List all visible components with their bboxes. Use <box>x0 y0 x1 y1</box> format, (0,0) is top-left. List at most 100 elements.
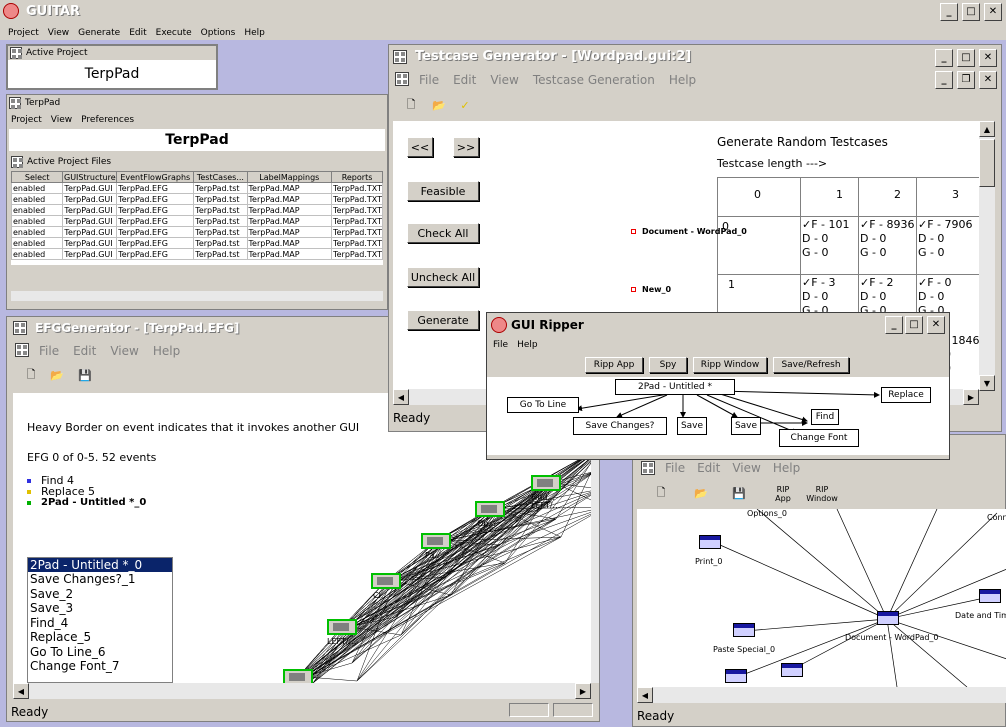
save-icon[interactable]: 💾 <box>77 367 93 383</box>
restore-button[interactable]: ❐ <box>957 71 975 89</box>
scroll-thumb[interactable] <box>979 139 995 187</box>
new-file-icon[interactable]: 🗋 <box>653 485 669 501</box>
scroll-right-button[interactable]: ▶ <box>575 683 591 699</box>
menu-view[interactable]: View <box>110 344 138 358</box>
table-cell[interactable]: TerpPad.GUI <box>62 193 118 205</box>
col-guistructure[interactable]: GUIStructure <box>62 171 118 183</box>
close-button[interactable]: ✕ <box>984 3 1002 21</box>
event-item[interactable]: Save Changes?_1 <box>28 572 172 587</box>
menu-edit[interactable]: Edit <box>453 73 476 87</box>
menu-edit[interactable]: Edit <box>129 28 146 38</box>
menu-testcase-generation[interactable]: Testcase Generation <box>533 73 655 87</box>
menu-preferences[interactable]: Preferences <box>81 115 134 125</box>
table-cell[interactable]: TerpPad.GUI <box>62 237 118 249</box>
maximize-button[interactable]: □ <box>962 3 980 21</box>
table-cell[interactable]: TerpPad.GUI <box>62 226 118 238</box>
menu-execute[interactable]: Execute <box>156 28 192 38</box>
minimize-button[interactable]: _ <box>885 316 903 334</box>
table-cell[interactable]: TerpPad.GUI <box>62 248 118 260</box>
menu-edit[interactable]: Edit <box>697 461 720 475</box>
open-folder-icon[interactable]: 📂 <box>693 485 709 501</box>
event-item[interactable]: Change Font_7 <box>28 659 172 674</box>
table-row[interactable]: enabled TerpPad.GUI TerpPad.EFG TerpPad.tst… <box>11 248 383 260</box>
testcase-vscroll[interactable]: ▲ ▼ <box>979 121 995 391</box>
ripp-app-button[interactable]: Ripp App <box>585 357 643 373</box>
files-hscroll[interactable] <box>11 291 383 301</box>
event-item[interactable]: Find_4 <box>28 616 172 631</box>
col-select[interactable]: Select <box>11 171 64 183</box>
efg-node[interactable] <box>283 669 313 683</box>
table-cell[interactable]: TerpPad.MAP <box>246 204 333 216</box>
ripper-node-root[interactable]: 2Pad - Untitled * <box>615 379 735 395</box>
table-cell[interactable]: TerpPad.tst <box>193 226 248 238</box>
table-cell[interactable]: TerpPad.MAP <box>246 248 333 260</box>
table-cell[interactable]: TerpPad.MAP <box>246 182 333 194</box>
table-cell[interactable]: TerpPad.TXT <box>331 204 383 216</box>
menu-help[interactable]: Help <box>153 344 180 358</box>
table-cell[interactable]: TerpPad.tst <box>193 204 248 216</box>
maximize-button[interactable]: □ <box>957 49 975 67</box>
graph-node[interactable] <box>733 623 755 637</box>
table-row[interactable]: enabled TerpPad.GUI TerpPad.EFG TerpPad.tst… <box>11 193 383 205</box>
checkmark-icon[interactable]: ✓ <box>457 97 473 113</box>
graph-node[interactable] <box>877 611 899 625</box>
graph-node[interactable] <box>781 663 803 677</box>
table-cell[interactable]: enabled <box>11 237 64 249</box>
menu-help[interactable]: Help <box>517 340 538 350</box>
testcase-cell[interactable]: ✓F - 8936 D - 0G - 0 <box>860 218 915 260</box>
testcase-cell[interactable]: ✓F - 101 D - 0G - 0 <box>802 218 850 260</box>
event-item[interactable]: Save_2 <box>28 587 172 602</box>
menu-view[interactable]: View <box>732 461 760 475</box>
table-cell[interactable]: TerpPad.TXT <box>331 215 383 227</box>
event-item[interactable]: Go To Line_6 <box>28 645 172 660</box>
menu-file[interactable]: File <box>493 340 508 350</box>
table-cell[interactable]: TerpPad.GUI <box>62 204 118 216</box>
menu-options[interactable]: Options <box>201 28 236 38</box>
menu-project[interactable]: Project <box>8 28 39 38</box>
efg-node[interactable] <box>371 573 401 589</box>
new-file-icon[interactable]: 🗋 <box>23 367 39 383</box>
table-cell[interactable]: TerpPad.tst <box>193 248 248 260</box>
save-refresh-button[interactable]: Save/Refresh <box>773 357 849 373</box>
table-cell[interactable]: enabled <box>11 215 64 227</box>
scroll-right-button[interactable]: ▶ <box>963 389 979 405</box>
table-row[interactable]: enabled TerpPad.GUI TerpPad.EFG TerpPad.tst… <box>11 204 383 216</box>
ripper-node[interactable]: Change Font <box>779 429 859 447</box>
menu-generate[interactable]: Generate <box>78 28 120 38</box>
table-cell[interactable]: TerpPad.EFG <box>116 237 195 249</box>
table-cell[interactable]: TerpPad.MAP <box>246 237 333 249</box>
table-cell[interactable]: TerpPad.TXT <box>331 182 383 194</box>
table-cell[interactable]: TerpPad.GUI <box>62 215 118 227</box>
table-cell[interactable]: TerpPad.EFG <box>116 226 195 238</box>
feasible-button[interactable]: Feasible <box>407 181 479 201</box>
save-icon[interactable]: 💾 <box>731 485 747 501</box>
graph-node[interactable] <box>979 589 1001 603</box>
minimize-button[interactable]: _ <box>935 49 953 67</box>
menu-view[interactable]: View <box>48 28 69 38</box>
table-cell[interactable]: enabled <box>11 226 64 238</box>
menu-file[interactable]: File <box>419 73 439 87</box>
col-labelmappings[interactable]: LabelMappings <box>246 171 333 183</box>
scroll-up-button[interactable]: ▲ <box>979 121 995 137</box>
table-row[interactable]: enabled TerpPad.GUI TerpPad.EFG TerpPad.tst… <box>11 237 383 249</box>
minimize-button[interactable]: _ <box>940 3 958 21</box>
menu-file[interactable]: File <box>665 461 685 475</box>
graph-hscroll[interactable]: ◀ <box>637 687 1006 703</box>
table-cell[interactable]: TerpPad.MAP <box>246 215 333 227</box>
close-button[interactable]: ✕ <box>927 316 945 334</box>
table-cell[interactable]: TerpPad.MAP <box>246 226 333 238</box>
ripper-node[interactable]: Find <box>811 409 839 425</box>
table-cell[interactable]: TerpPad.EFG <box>116 215 195 227</box>
col-testcases[interactable]: TestCases... <box>193 171 248 183</box>
maximize-button[interactable]: □ <box>905 316 923 334</box>
spy-button[interactable]: Spy <box>649 357 687 373</box>
scroll-left-button[interactable]: ◀ <box>13 683 29 699</box>
menu-help[interactable]: Help <box>773 461 800 475</box>
scroll-left-button[interactable]: ◀ <box>637 687 653 703</box>
table-row[interactable]: enabled TerpPad.GUI TerpPad.EFG TerpPad.tst… <box>11 215 383 227</box>
col-eventflowgraphs[interactable]: EventFlowGraphs <box>116 171 195 183</box>
table-cell[interactable]: TerpPad.TXT <box>331 193 383 205</box>
table-cell[interactable]: TerpPad.TXT <box>331 248 383 260</box>
table-cell[interactable]: TerpPad.tst <box>193 237 248 249</box>
open-folder-icon[interactable]: 📂 <box>49 367 65 383</box>
